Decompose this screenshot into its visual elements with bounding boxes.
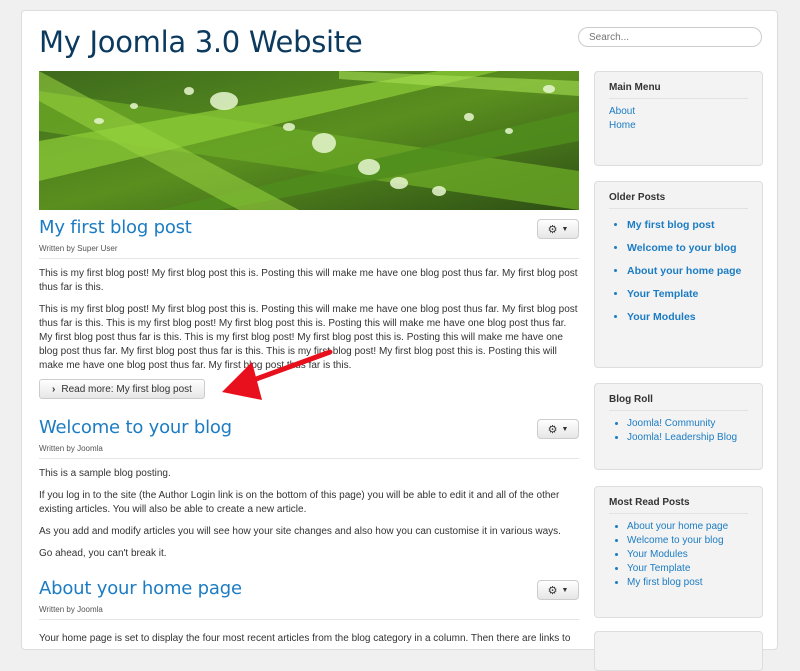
gear-icon: ⚙ <box>547 223 558 236</box>
search-input[interactable] <box>578 27 762 47</box>
list-item[interactable]: About your home page <box>627 265 748 278</box>
menu-item-about[interactable]: About <box>609 105 748 119</box>
list-item[interactable]: Your Modules <box>627 548 748 562</box>
article: About your home page ⚙ ▼ Written by Jooml… <box>39 577 579 646</box>
site-title[interactable]: My Joomla 3.0 Website <box>39 25 363 59</box>
page-container: My Joomla 3.0 Website Search... My first… <box>21 10 778 671</box>
module-title: Blog Roll <box>609 394 748 411</box>
blog-roll-list: Joomla! Community Joomla! Leadership Blo… <box>609 417 748 445</box>
list-item[interactable]: My first blog post <box>627 219 748 232</box>
article-paragraph: If you log in to the site (the Author Lo… <box>39 490 560 515</box>
chevron-right-icon: › <box>52 383 56 395</box>
list-item[interactable]: Your Template <box>627 288 748 301</box>
gear-icon: ⚙ <box>547 584 558 597</box>
read-more-button[interactable]: › Read more: My first blog post <box>39 379 205 399</box>
article-paragraph: Your home page is set to display the fou… <box>39 633 571 644</box>
list-item[interactable]: Your Modules <box>627 311 748 324</box>
sidebar-module <box>594 631 763 671</box>
list-item[interactable]: My first blog post <box>627 576 748 590</box>
article-options-button[interactable]: ⚙ ▼ <box>537 219 579 239</box>
article: My first blog post ⚙ ▼ Written by Super U… <box>39 216 579 416</box>
article-paragraph: As you add and modify articles you will … <box>39 526 561 537</box>
main-menu-list: About Home <box>609 105 748 133</box>
list-item[interactable]: Your Template <box>627 562 748 576</box>
article-author: Written by Joomla <box>39 605 579 620</box>
article-paragraph: This is my first blog post! My first blo… <box>39 268 578 293</box>
article: Welcome to your blog ⚙ ▼ Written by Jooml… <box>39 416 579 577</box>
article-author: Written by Super User <box>39 244 579 259</box>
caret-down-icon: ▼ <box>561 225 569 233</box>
blog-roll-module: Blog Roll Joomla! Community Joomla! Lead… <box>594 383 763 470</box>
caret-down-icon: ▼ <box>561 425 569 433</box>
article-options-button[interactable]: ⚙ ▼ <box>537 419 579 439</box>
older-posts-list: My first blog post Welcome to your blog … <box>609 219 748 324</box>
list-item[interactable]: Joomla! Leadership Blog <box>627 431 748 445</box>
module-title: Most Read Posts <box>609 497 748 514</box>
module-title: Older Posts <box>609 192 748 209</box>
gear-icon: ⚙ <box>547 423 558 436</box>
article-options-button[interactable]: ⚙ ▼ <box>537 580 579 600</box>
list-item[interactable]: About your home page <box>627 520 748 534</box>
article-title[interactable]: My first blog post <box>39 216 579 240</box>
module-title: Main Menu <box>609 82 748 99</box>
main-content: My first blog post ⚙ ▼ Written by Super U… <box>39 216 579 646</box>
list-item[interactable]: Welcome to your blog <box>627 242 748 255</box>
article-paragraph: This is my first blog post! My first blo… <box>39 304 578 371</box>
article-title[interactable]: About your home page <box>39 577 579 601</box>
list-item[interactable]: Welcome to your blog <box>627 534 748 548</box>
article-title[interactable]: Welcome to your blog <box>39 416 579 440</box>
article-author: Written by Joomla <box>39 444 579 459</box>
read-more-label: Read more: My first blog post <box>61 383 192 395</box>
older-posts-module: Older Posts My first blog post Welcome t… <box>594 181 763 368</box>
main-menu-module: Main Menu About Home <box>594 71 763 166</box>
menu-item-home[interactable]: Home <box>609 119 748 133</box>
list-item[interactable]: Joomla! Community <box>627 417 748 431</box>
most-read-module: Most Read Posts About your home page Wel… <box>594 486 763 618</box>
banner-image <box>39 71 579 210</box>
article-paragraph: This is a sample blog posting. <box>39 468 171 479</box>
article-paragraph: Go ahead, you can't break it. <box>39 548 167 559</box>
caret-down-icon: ▼ <box>561 586 569 594</box>
most-read-list: About your home page Welcome to your blo… <box>609 520 748 590</box>
